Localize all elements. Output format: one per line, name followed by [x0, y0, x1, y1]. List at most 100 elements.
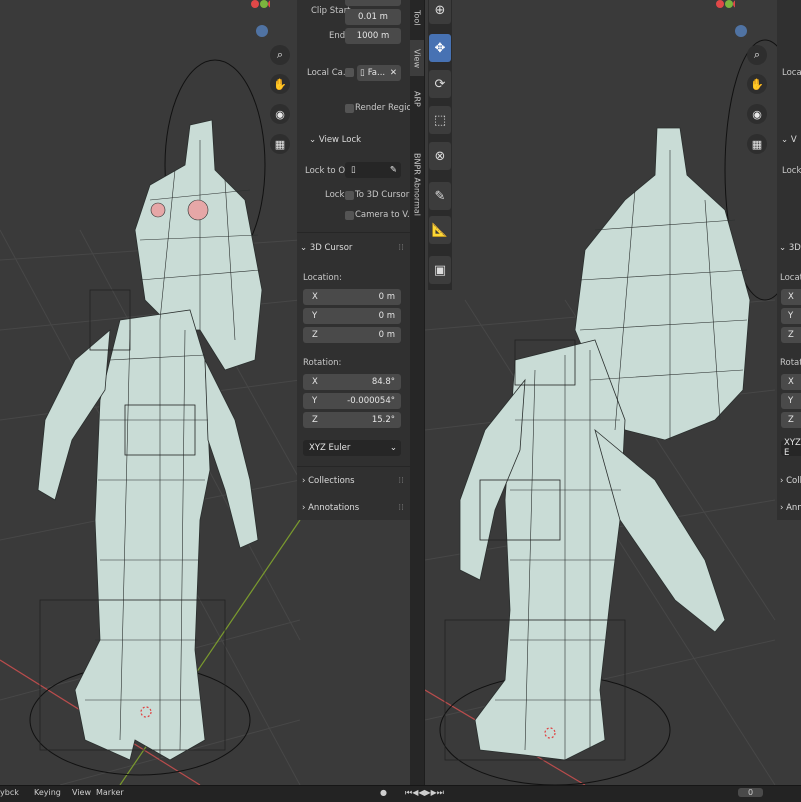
tab-arp[interactable]: ARP [410, 84, 424, 114]
annotations-header-right[interactable]: › Anno [780, 503, 801, 513]
view-lock-header-right[interactable]: ⌄ V [781, 135, 797, 145]
rotation-axis-label: Z [312, 415, 318, 425]
camera-view-icon[interactable]: ◉ [747, 104, 767, 124]
rotation-y-field[interactable]: Y -0.000054° [303, 393, 401, 409]
lock-label: Lock [325, 190, 345, 200]
keying-menu[interactable]: Keying [34, 788, 61, 797]
location-z-field[interactable]: Z 0 m [303, 327, 401, 343]
rotation-mode-select[interactable]: XYZ Euler ⌄ [303, 440, 401, 456]
clip-start-field[interactable]: 0.01 m [345, 9, 401, 25]
sidebar-view-panel: Clip Start 0.01 m End 1000 m Local Ca...… [297, 0, 410, 520]
camera-view-icon[interactable]: ◉ [270, 104, 290, 124]
clip-end-label: End [329, 31, 346, 41]
measure-tool-icon[interactable]: 📐 [429, 216, 451, 244]
timeline-header: ybck Keying View Marker ● ⏮◀◀▶▶⏭ 0 [0, 785, 801, 802]
rotation-axis-label: Y [312, 396, 318, 406]
playback-controls-icon[interactable]: ⏮◀◀▶▶⏭ [405, 788, 444, 798]
rotation-axis-label: X [312, 377, 318, 387]
zoom-icon[interactable]: ⌕ [270, 45, 290, 65]
drag-handle-icon[interactable]: ⁞⁞ [398, 243, 404, 253]
camera-to-view-label: Camera to V... [355, 210, 410, 220]
rotation-axis-label-right: Y [788, 396, 794, 406]
sidebar-tabs: Tool View ARP BNPR Abnormal [410, 0, 424, 785]
render-region-checkbox[interactable] [345, 104, 354, 113]
location-axis-label: Y [312, 311, 318, 321]
record-icon[interactable]: ● [380, 788, 387, 797]
location-x-field-right[interactable]: X [781, 289, 801, 305]
clip-start-field-top[interactable] [345, 0, 401, 6]
zoom-icon[interactable]: ⌕ [747, 45, 767, 65]
to-3d-cursor-checkbox[interactable] [345, 191, 354, 200]
annotations-header[interactable]: › Annotations [302, 503, 359, 513]
rotate-tool-icon[interactable]: ⟳ [429, 70, 451, 98]
local-camera-field[interactable]: ▯ Fa... ✕ [357, 65, 401, 81]
grid-toggle-icon[interactable]: ▦ [270, 134, 290, 154]
view-menu[interactable]: View [72, 788, 91, 797]
scale-tool-icon[interactable]: ⬚ [429, 106, 451, 134]
viewport-right[interactable]: ⌕ ✋ ◉ ▦ Local ⌄ V Lock t ⌄ 3D C Locati X… [425, 0, 801, 785]
camera-to-view-checkbox[interactable] [345, 211, 354, 220]
camera-object-icon: ▯ [360, 68, 365, 78]
location-y-field-right[interactable]: Y [781, 308, 801, 324]
location-label: Location: [303, 273, 342, 283]
location-x-field[interactable]: X 0 m [303, 289, 401, 305]
rotation-x-field[interactable]: X 84.8° [303, 374, 401, 390]
lock-to-object-field[interactable]: ▯ ✎ [345, 162, 401, 178]
rotation-mode-select-right[interactable]: XYZ E [781, 438, 801, 458]
drag-handle-icon[interactable]: ⁞⁞ [398, 476, 404, 486]
eyedropper-icon[interactable]: ✎ [390, 165, 397, 175]
clip-end-field[interactable]: 1000 m [345, 28, 401, 44]
clip-end-value: 1000 m [356, 31, 390, 41]
panel-divider [297, 466, 410, 467]
location-z-field-right[interactable]: Z [781, 327, 801, 343]
tab-bnpr-abnormal[interactable]: BNPR Abnormal [410, 124, 424, 244]
collections-header-right[interactable]: › Colle [780, 476, 801, 486]
local-camera-label-right: Local [782, 68, 801, 78]
location-value: 0 m [378, 311, 395, 321]
chevron-down-icon: ⌄ [300, 243, 310, 253]
tab-tool[interactable]: Tool [410, 2, 424, 34]
rotation-z-field-right[interactable]: Z [781, 412, 801, 428]
clear-icon[interactable]: ✕ [390, 68, 397, 78]
tab-view[interactable]: View [410, 40, 424, 76]
hand-pan-icon[interactable]: ✋ [270, 74, 290, 94]
add-cube-tool-icon[interactable]: ▣ [429, 256, 451, 284]
transform-tool-icon[interactable]: ⊗ [429, 142, 451, 170]
panel-divider [297, 232, 410, 233]
3d-cursor-header[interactable]: ⌄ 3D Cursor [300, 243, 352, 253]
local-camera-value: Fa... [367, 68, 386, 78]
render-region-label: Render Region [355, 103, 410, 113]
rotation-y-field-right[interactable]: Y [781, 393, 801, 409]
move-tool-icon[interactable]: ✥ [429, 34, 451, 62]
playback-menu[interactable]: ybck [0, 788, 19, 797]
rotation-z-field[interactable]: Z 15.2° [303, 412, 401, 428]
viewport-right-scene [425, 39, 801, 785]
annotate-tool-icon[interactable]: ✎ [429, 182, 451, 210]
to-3d-cursor-label: To 3D Cursor [355, 190, 410, 200]
location-label-right: Locati [780, 273, 801, 283]
rotation-axis-label-right: X [788, 377, 794, 387]
cursor-tool-icon[interactable]: ⊕ [429, 0, 451, 24]
axis-blue-dot-icon[interactable] [735, 25, 747, 37]
rotation-x-field-right[interactable]: X [781, 374, 801, 390]
sidebar-view-panel-right: Local ⌄ V Lock t ⌄ 3D C Locati XYZ Rotat… [777, 0, 801, 520]
current-frame-field[interactable]: 0 [738, 788, 764, 797]
object-icon: ▯ [351, 165, 356, 175]
rotation-value: 84.8° [371, 377, 395, 387]
marker-menu[interactable]: Marker [96, 788, 124, 797]
collections-header[interactable]: › Collections [302, 476, 355, 486]
rotation-value: 15.2° [371, 415, 395, 425]
lock-label-right: Lock t [782, 166, 801, 176]
hand-pan-icon[interactable]: ✋ [747, 74, 767, 94]
location-value: 0 m [378, 330, 395, 340]
viewport-left[interactable]: ⌕ ✋ ◉ ▦ Clip Start 0.01 m End 1000 m Loc… [0, 0, 410, 785]
view-lock-header[interactable]: ⌄ View Lock [309, 135, 361, 145]
grid-toggle-icon[interactable]: ▦ [747, 134, 767, 154]
3d-cursor-header-right[interactable]: ⌄ 3D C [779, 243, 801, 253]
local-camera-checkbox[interactable] [345, 68, 354, 77]
chevron-down-icon: ⌄ [309, 135, 319, 145]
axis-blue-dot-icon[interactable] [256, 25, 268, 37]
location-axis-label-right: Z [788, 330, 794, 340]
drag-handle-icon[interactable]: ⁞⁞ [398, 503, 404, 513]
location-y-field[interactable]: Y 0 m [303, 308, 401, 324]
